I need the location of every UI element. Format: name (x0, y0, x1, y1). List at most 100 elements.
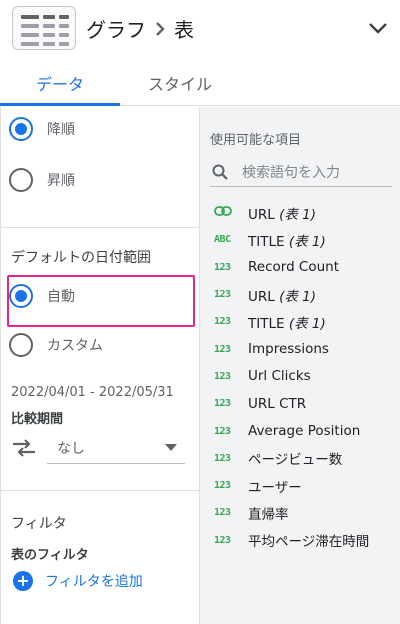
field-item[interactable]: 123 Record Count (200, 254, 400, 281)
field-source-suffix: (表 1) (288, 315, 326, 332)
field-name: TITLE (表 1) (248, 312, 326, 332)
field-name-text: TITLE (248, 315, 285, 332)
field-name: Url Clicks (248, 368, 311, 384)
field-name-text: Average Position (248, 423, 361, 440)
field-name-text: ユーザー (248, 479, 302, 496)
field-search-input[interactable]: 検索語句を入力 (210, 157, 392, 187)
field-list: URL (表 1) ABC TITLE (表 1) 123 Record Count 12… (200, 199, 400, 554)
date-range-title: デフォルトの日付範囲 (11, 250, 151, 266)
number-type-icon: 123 (214, 534, 231, 546)
available-fields-panel: 使用可能な項目 検索語句を入力 URL (表 1) ABC TITLE (表 1) 1… (200, 107, 400, 624)
field-name: 直帰率 (248, 503, 289, 523)
date-range-auto-option[interactable]: 自動 (9, 284, 75, 308)
number-type-icon: 123 (214, 425, 231, 437)
add-icon: + (13, 571, 33, 591)
field-item[interactable]: 123 Average Position (200, 417, 400, 444)
search-placeholder: 検索語句を入力 (242, 164, 340, 181)
field-item[interactable]: 123 TITLE (表 1) (200, 308, 400, 335)
compare-period-value: なし (57, 441, 85, 457)
field-item[interactable]: 123 Url Clicks (200, 363, 400, 390)
table-chart-icon[interactable] (12, 6, 76, 50)
add-filter-label: フィルタを追加 (45, 574, 143, 590)
field-name: URL CTR (248, 396, 306, 412)
field-name: TITLE (表 1) (248, 230, 326, 250)
chevron-down-icon[interactable] (366, 16, 390, 40)
tab-data[interactable]: データ (0, 60, 120, 106)
field-name-text: Impressions (248, 341, 329, 358)
field-item[interactable]: 123 URL (表 1) (200, 281, 400, 308)
field-item[interactable]: 123 URL CTR (200, 390, 400, 417)
field-name: URL (表 1) (248, 203, 316, 223)
field-name-text: URL (248, 288, 275, 305)
field-source-suffix: (表 1) (279, 206, 317, 223)
field-name-text: 直帰率 (248, 506, 289, 523)
field-name-text: Record Count (248, 259, 340, 276)
number-type-icon: 123 (214, 289, 231, 301)
field-name: 平均ページ滞在時間 (248, 530, 369, 550)
table-filter-label: 表のフィルタ (11, 548, 89, 563)
chevron-right-icon (154, 21, 166, 36)
radio-unselected-icon[interactable] (9, 333, 33, 357)
field-item[interactable]: 123 平均ページ滞在時間 (200, 527, 400, 554)
active-tab-indicator (0, 103, 120, 106)
number-type-icon: 123 (214, 370, 231, 382)
field-item[interactable]: 123 Impressions (200, 335, 400, 362)
filter-title: フィルタ (11, 516, 67, 532)
number-type-icon: 123 (214, 316, 231, 328)
radio-selected-icon[interactable] (9, 117, 33, 141)
field-source-suffix: (表 1) (288, 233, 326, 250)
radio-label: カスタム (47, 338, 103, 354)
field-item[interactable]: 123 ユーザー (200, 472, 400, 499)
search-icon (212, 164, 228, 180)
add-filter-button[interactable]: + フィルタを追加 (13, 571, 143, 591)
field-name-text: ページビュー数 (248, 452, 343, 469)
editor-header: グラフ 表 (0, 0, 400, 56)
compare-period-row: なし (11, 432, 187, 466)
field-name: Record Count (248, 259, 339, 275)
divider (1, 227, 201, 228)
radio-unselected-icon[interactable] (9, 168, 33, 192)
chart-name: グラフ (86, 18, 146, 42)
number-type-icon: 123 (214, 398, 231, 410)
field-item[interactable]: 123 直帰率 (200, 499, 400, 526)
field-source-suffix: (表 1) (279, 288, 317, 305)
dropdown-arrow-icon (165, 444, 177, 451)
field-name: ユーザー (248, 476, 302, 496)
field-name: Average Position (248, 423, 360, 439)
field-item[interactable]: URL (表 1) (200, 199, 400, 226)
radio-label: 昇順 (47, 173, 75, 189)
radio-selected-icon[interactable] (9, 284, 33, 308)
sort-descending-option[interactable]: 降順 (9, 117, 75, 141)
compare-label: 比較期間 (11, 412, 64, 427)
date-range-text: 2022/04/01 - 2022/05/31 (11, 385, 174, 400)
compare-arrows-icon (11, 438, 37, 462)
tab-style[interactable]: スタイル (120, 60, 240, 106)
field-item[interactable]: 123 ページビュー数 (200, 445, 400, 472)
field-name: URL (表 1) (248, 285, 316, 305)
field-item[interactable]: ABC TITLE (表 1) (200, 226, 400, 253)
number-type-icon: 123 (214, 261, 231, 273)
field-name-text: Url Clicks (248, 368, 311, 385)
field-name: ページビュー数 (248, 448, 342, 468)
field-name-text: URL CTR (248, 395, 307, 412)
number-type-icon: 123 (214, 452, 231, 464)
divider (1, 490, 201, 491)
radio-label: 降順 (47, 122, 75, 138)
number-type-icon: 123 (214, 507, 231, 519)
text-type-icon: ABC (214, 234, 231, 246)
field-name: Impressions (248, 341, 329, 357)
radio-label: 自動 (47, 289, 75, 305)
sort-ascending-option[interactable]: 昇順 (9, 168, 75, 192)
date-range-custom-option[interactable]: カスタム (9, 333, 103, 357)
field-name-text: 平均ページ滞在時間 (248, 534, 370, 551)
number-type-icon: 123 (214, 480, 231, 492)
field-name-text: TITLE (248, 233, 285, 250)
properties-panel: 降順 昇順 デフォルトの日付範囲 自動 カスタム 2022/04/01 - 20… (0, 107, 201, 624)
compare-period-select[interactable]: なし (47, 432, 185, 464)
link-type-icon (214, 206, 248, 219)
field-name-text: URL (248, 206, 275, 223)
number-type-icon: 123 (214, 343, 231, 355)
panel-tabs: データ スタイル (0, 60, 400, 106)
available-fields-title: 使用可能な項目 (210, 133, 302, 148)
chart-type[interactable]: 表 (174, 14, 194, 43)
